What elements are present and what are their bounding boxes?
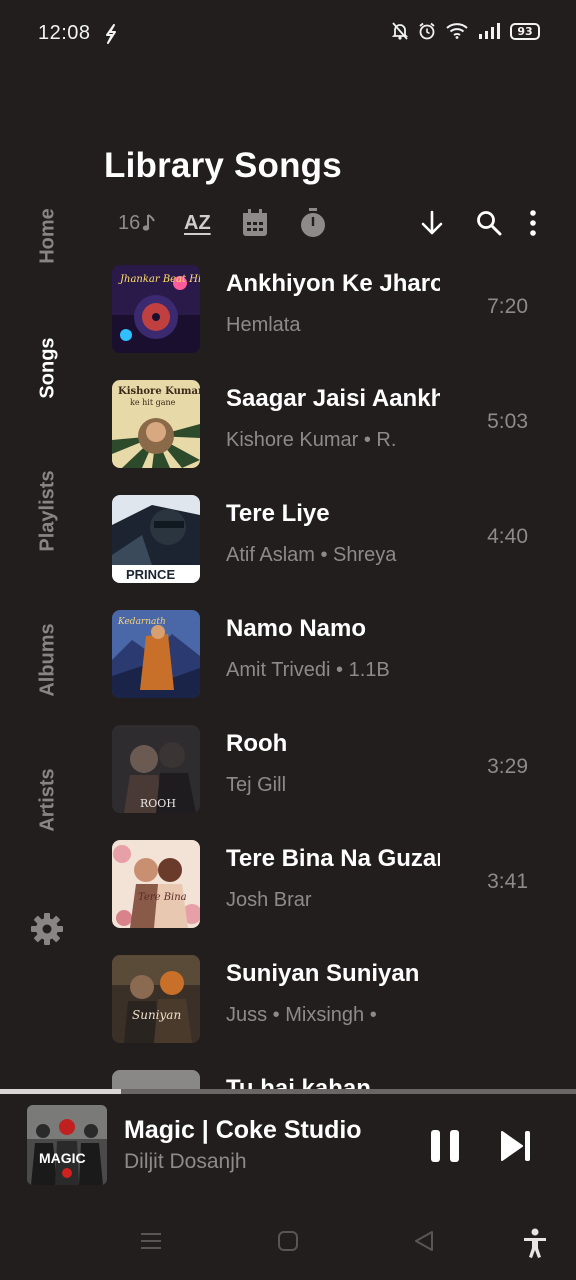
album-art: Suniyan <box>112 955 200 1043</box>
battery-icon: 93 <box>510 22 540 40</box>
sort-date-button[interactable] <box>242 200 268 246</box>
sort-direction-button[interactable] <box>420 200 444 246</box>
song-row[interactable]: PRINCE Tere Liye Atif Aslam • Shreya 4:4… <box>112 492 552 584</box>
album-art-text: ROOH <box>140 797 176 810</box>
song-title: Suniyan Suniyan <box>226 960 420 987</box>
side-navigation: Home Songs Playlists Albums Artists <box>0 190 96 990</box>
song-title: Tu hai kahan <box>226 1075 371 1090</box>
song-duration: 7:20 <box>487 295 528 318</box>
album-art: Kishore Kumar ke hit gane <box>112 380 200 468</box>
album-art: Jhankar Beat Hits <box>112 265 200 353</box>
sort-duration-button[interactable] <box>300 200 326 246</box>
bell-off-icon <box>392 22 408 40</box>
song-duration: 5:03 <box>487 410 528 433</box>
song-artist: Hemlata <box>226 314 301 336</box>
sort-az-button[interactable]: AZ <box>184 200 211 246</box>
status-time: 12:08 <box>38 22 91 44</box>
album-art: Kedarnath <box>112 610 200 698</box>
song-duration: 4:40 <box>487 525 528 548</box>
song-count: 16 <box>118 200 156 246</box>
music-note-icon <box>143 214 156 231</box>
signal-icon <box>479 23 500 39</box>
calendar-icon <box>243 209 267 236</box>
album-art-text: Kedarnath <box>117 617 166 627</box>
search-icon <box>477 211 502 236</box>
sort-az-label: AZ <box>184 211 211 234</box>
system-nav-bar <box>0 1210 576 1280</box>
page-title: Library Songs <box>104 146 342 185</box>
accessibility-icon[interactable] <box>522 1228 548 1258</box>
song-title: Rooh <box>226 730 288 757</box>
album-art-subtext: ke hit gane <box>130 398 176 407</box>
app-notification-icon <box>106 24 116 44</box>
nav-item-playlists[interactable]: Playlists <box>37 470 60 551</box>
alarm-icon <box>419 22 435 40</box>
recent-apps-icon[interactable] <box>140 1230 162 1252</box>
song-row[interactable]: Kedarnath Namo Namo Amit Trivedi • 1.1B <box>112 607 552 699</box>
song-row[interactable]: Kishore Kumar ke hit gane Saagar Jaisi A… <box>112 377 552 469</box>
timer-icon <box>301 208 325 237</box>
album-art-text: Suniyan <box>132 1008 181 1022</box>
album-art <box>112 1070 200 1090</box>
more-vertical-icon <box>530 210 536 236</box>
mini-player[interactable]: MAGIC Magic | Coke Studio Diljit Dosanjh <box>0 1094 576 1198</box>
search-button[interactable] <box>476 200 502 246</box>
nav-item-songs[interactable]: Songs <box>37 337 60 398</box>
song-row[interactable]: Tu hai kahan <box>112 1067 552 1090</box>
home-icon[interactable] <box>277 1230 299 1252</box>
album-art-text: PRINCE <box>126 567 175 582</box>
song-row[interactable]: Jhankar Beat Hits Ankhiyon Ke Jharokhon … <box>112 262 552 354</box>
song-title: Tere Bina Na Guzara <box>226 845 440 872</box>
now-playing-art-text: MAGIC <box>39 1150 86 1166</box>
settings-gear-icon[interactable] <box>30 912 64 946</box>
song-row[interactable]: Suniyan Suniyan Suniyan Juss • Mixsingh … <box>112 952 552 1044</box>
album-art: ROOH <box>112 725 200 813</box>
song-row[interactable]: ROOH Rooh Tej Gill 3:29 <box>112 722 552 814</box>
now-playing-artist: Diljit Dosanjh <box>124 1150 247 1173</box>
toolbar: 16 AZ <box>104 200 554 246</box>
song-title: Ankhiyon Ke Jharokhon Se <box>226 270 440 297</box>
wifi-icon <box>446 23 468 39</box>
song-artist: Amit Trivedi • 1.1B <box>226 659 390 681</box>
now-playing-art: MAGIC <box>27 1105 107 1185</box>
more-options-button[interactable] <box>528 200 538 246</box>
nav-item-artists[interactable]: Artists <box>37 768 60 831</box>
album-art-text: Jhankar Beat Hits <box>118 274 200 285</box>
status-bar: 12:08 93 <box>0 0 576 70</box>
song-title: Namo Namo <box>226 615 367 642</box>
skip-next-icon[interactable] <box>500 1130 534 1162</box>
album-art-text: Tere Bina <box>138 892 187 903</box>
album-art-text: Kishore Kumar <box>118 386 200 397</box>
song-artist: Tej Gill <box>226 774 287 796</box>
arrow-down-icon <box>421 210 443 235</box>
now-playing-title: Magic | Coke Studio <box>124 1116 362 1144</box>
song-list[interactable]: Jhankar Beat Hits Ankhiyon Ke Jharokhon … <box>112 262 552 1090</box>
song-duration: 3:41 <box>487 870 528 893</box>
song-count-value: 16 <box>118 211 141 234</box>
song-title: Saagar Jaisi Aankhon Wali <box>226 385 440 412</box>
song-duration: 3:29 <box>487 755 528 778</box>
song-artist: Josh Brar <box>226 889 312 911</box>
back-icon[interactable] <box>413 1230 435 1252</box>
album-art: Tere Bina <box>112 840 200 928</box>
nav-item-home[interactable]: Home <box>37 208 60 264</box>
song-artist: Juss • Mixsingh • <box>226 1004 377 1026</box>
song-row[interactable]: Tere Bina Tere Bina Na Guzara Josh Brar … <box>112 837 552 929</box>
song-artist: Atif Aslam • Shreya <box>226 544 397 566</box>
song-artist: Kishore Kumar • R. <box>226 429 397 451</box>
pause-icon[interactable] <box>428 1128 462 1164</box>
song-title: Tere Liye <box>226 500 330 527</box>
nav-item-albums[interactable]: Albums <box>37 623 60 696</box>
album-art: PRINCE <box>112 495 200 583</box>
